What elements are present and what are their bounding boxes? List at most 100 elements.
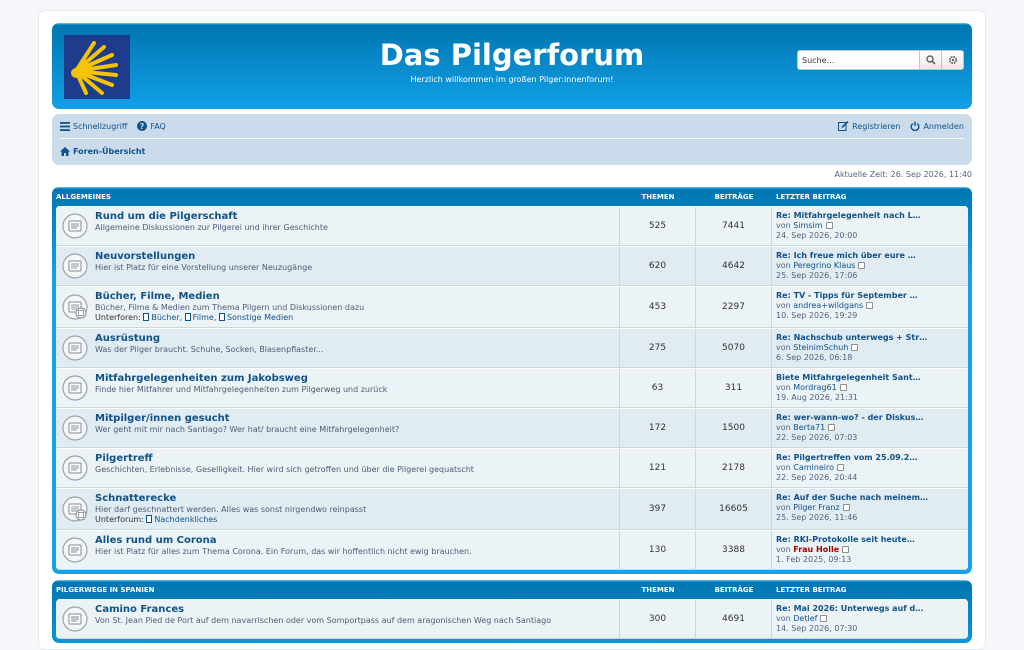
search-input[interactable]: [798, 51, 919, 69]
forum-title-link[interactable]: Bücher, Filme, Medien: [95, 291, 613, 303]
nav-bar: Schnellzugriff ? FAQ Registrieren Anmeld…: [52, 114, 972, 165]
forum-title-link[interactable]: Mitfahrgelegenheiten zum Jakobsweg: [95, 373, 613, 385]
forum-cell: Rund um die Pilgerschaft Allgemeine Disku…: [56, 207, 620, 245]
forum-cell: Mitpilger/innen gesucht Wer geht mit mir …: [56, 409, 620, 447]
subforum-link[interactable]: Filme,: [193, 313, 217, 322]
forum-description: Von St. Jean Pied de Port auf dem navarr…: [95, 616, 552, 625]
last-post-title-link[interactable]: Re: wer-wann-wo? - der Diskus…: [776, 413, 964, 423]
forum-read-icon: [62, 455, 88, 481]
last-post-author-link[interactable]: Frau Holle: [793, 545, 839, 554]
subforum-link[interactable]: Bücher,: [151, 313, 182, 322]
forum-description: Bücher, Filme & Medien zum Thema Pilgern…: [95, 303, 365, 312]
breadcrumb-index-label: Foren-Übersicht: [73, 147, 146, 156]
forum-title-link[interactable]: Camino Frances: [95, 604, 613, 616]
last-post-title-link[interactable]: Re: Mai 2026: Unterwegs auf d…: [776, 604, 964, 614]
last-post-author-link[interactable]: Mordrag61: [793, 383, 836, 392]
last-post: Re: Nachschub unterwegs + Str… von Steini…: [772, 329, 968, 367]
view-latest-post-icon[interactable]: [839, 384, 847, 391]
view-latest-post-icon[interactable]: [828, 424, 836, 431]
forum-read-icon: [62, 213, 88, 239]
view-latest-post-icon[interactable]: [842, 546, 850, 553]
post-count: 4642: [696, 247, 772, 285]
last-post-title-link[interactable]: Re: Mitfahrgelegenheit nach L…: [776, 211, 964, 221]
forum-row: Neuvorstellungen Hier ist Platz für eine …: [56, 246, 968, 286]
last-post: Re: wer-wann-wo? - der Diskus… von Berta7…: [772, 409, 968, 447]
forum-title-link[interactable]: Alles rund um Corona: [95, 535, 613, 547]
last-post-title-link[interactable]: Biete Mitfahrgelegenheit Sant…: [776, 373, 964, 383]
forum-read-icon: [62, 253, 88, 279]
login-link[interactable]: Anmelden: [910, 121, 964, 131]
forum-read-icon: [62, 496, 88, 522]
last-post-title-link[interactable]: Re: Auf der Suche nach meinem…: [776, 493, 964, 503]
forum-read-icon: [62, 606, 88, 632]
current-time: Aktuelle Zeit: 26. Sep 2026, 11:40: [834, 170, 972, 179]
forum-cell: Neuvorstellungen Hier ist Platz für eine …: [56, 247, 620, 285]
last-post-author-link[interactable]: Camineiro: [793, 463, 834, 472]
edit-icon: [838, 121, 849, 131]
view-latest-post-icon[interactable]: [836, 464, 844, 471]
last-post-by-label: von: [776, 261, 791, 270]
forum-title-link[interactable]: Rund um die Pilgerschaft: [95, 211, 613, 223]
quick-links-menu[interactable]: Schnellzugriff: [60, 121, 127, 131]
last-post-title-link[interactable]: Re: Nachschub unterwegs + Str…: [776, 333, 964, 343]
forum-description: Was der Pilger braucht. Schuhe, Socken, …: [95, 345, 324, 354]
forum-description: Hier ist Platz für eine Vorstellung unse…: [95, 263, 313, 272]
view-latest-post-icon[interactable]: [858, 262, 866, 269]
subforum-link[interactable]: Sonstige Medien: [227, 313, 293, 322]
faq-link[interactable]: ? FAQ: [137, 121, 166, 131]
page-wrapper: Das Pilgerforum Herzlich willkommen im g…: [38, 10, 986, 650]
category-name[interactable]: PILGERWEGE IN SPANIEN: [56, 586, 620, 594]
forum-title-link[interactable]: Pilgertreff: [95, 453, 613, 465]
forum-title-link[interactable]: Ausrüstung: [95, 333, 613, 345]
search-button[interactable]: [919, 51, 941, 69]
svg-text:?: ?: [140, 122, 145, 131]
forum-title-link[interactable]: Neuvorstellungen: [95, 251, 613, 263]
forum-row: Pilgertreff Geschichten, Erlebnisse, Gese…: [56, 448, 968, 488]
last-post-title-link[interactable]: Re: TV - Tipps für September …: [776, 291, 964, 301]
topics-header: THEMEN: [641, 585, 675, 594]
forum-read-icon: [62, 537, 88, 563]
subforum-link[interactable]: Nachdenkliches: [154, 515, 217, 524]
register-link[interactable]: Registrieren: [838, 121, 900, 131]
forum-cell: Alles rund um Corona Hier ist Platz für a…: [56, 531, 620, 569]
last-post-header: LETZTER BEITRAG: [776, 192, 847, 201]
forum-title-link[interactable]: Mitpilger/innen gesucht: [95, 413, 613, 425]
last-post-date: 19. Aug 2026, 21:31: [776, 393, 858, 402]
last-post: Re: RKI-Protokolle seit heute… von Frau H…: [772, 531, 968, 569]
posts-header: BEITRÄGE: [714, 192, 754, 201]
view-latest-post-icon[interactable]: [866, 302, 874, 309]
last-post-title-link[interactable]: Re: Pilgertreffen vom 25.09.2…: [776, 453, 964, 463]
advanced-search-button[interactable]: [941, 51, 963, 69]
forum-category: PILGERWEGE IN SPANIEN THEMEN BEITRÄGE LETZT…: [52, 580, 972, 643]
last-post-title-link[interactable]: Re: Ich freue mich über eure …: [776, 251, 964, 261]
last-post-author-link[interactable]: SteinimSchuh: [793, 343, 848, 352]
topics-header: THEMEN: [641, 192, 675, 201]
view-latest-post-icon[interactable]: [851, 344, 859, 351]
topic-count: 172: [620, 409, 696, 447]
subforum-doc-icon: [143, 313, 150, 321]
last-post-author-link[interactable]: Pilger Franz: [793, 503, 839, 512]
last-post-author-link[interactable]: andrea+wildgans: [793, 301, 863, 310]
category-name[interactable]: ALLGEMEINES: [56, 193, 620, 201]
last-post-date: 25. Sep 2026, 17:06: [776, 271, 858, 280]
subforum-label: Unterforen:: [95, 313, 141, 322]
last-post: Re: TV - Tipps für September … von andrea…: [772, 287, 968, 327]
last-post-date: 22. Sep 2026, 20:44: [776, 473, 858, 482]
forum-description: Finde hier Mitfahrer und Mitfahrgelegenh…: [95, 385, 388, 394]
forum-title-link[interactable]: Schnatterecke: [95, 493, 613, 505]
last-post-author-link[interactable]: Simsim: [793, 221, 822, 230]
view-latest-post-icon[interactable]: [820, 615, 828, 622]
forum-description: Hier darf geschnattert werden. Alles was…: [95, 505, 367, 514]
last-post-author-link[interactable]: Peregrino Klaus: [793, 261, 855, 270]
last-post-author-link[interactable]: Berta71: [793, 423, 825, 432]
last-post-by-label: von: [776, 614, 791, 623]
breadcrumb-index[interactable]: Foren-Übersicht: [60, 147, 145, 156]
last-post-by-label: von: [776, 463, 791, 472]
forum-list: Rund um die Pilgerschaft Allgemeine Disku…: [56, 206, 968, 570]
subforum-list: Unterforum: Nachdenkliches: [95, 515, 613, 525]
forum-list: Camino Frances Von St. Jean Pied de Port …: [56, 599, 968, 639]
view-latest-post-icon[interactable]: [825, 222, 833, 229]
last-post-title-link[interactable]: Re: RKI-Protokolle seit heute…: [776, 535, 964, 545]
last-post-author-link[interactable]: Detlef: [793, 614, 817, 623]
view-latest-post-icon[interactable]: [842, 504, 850, 511]
